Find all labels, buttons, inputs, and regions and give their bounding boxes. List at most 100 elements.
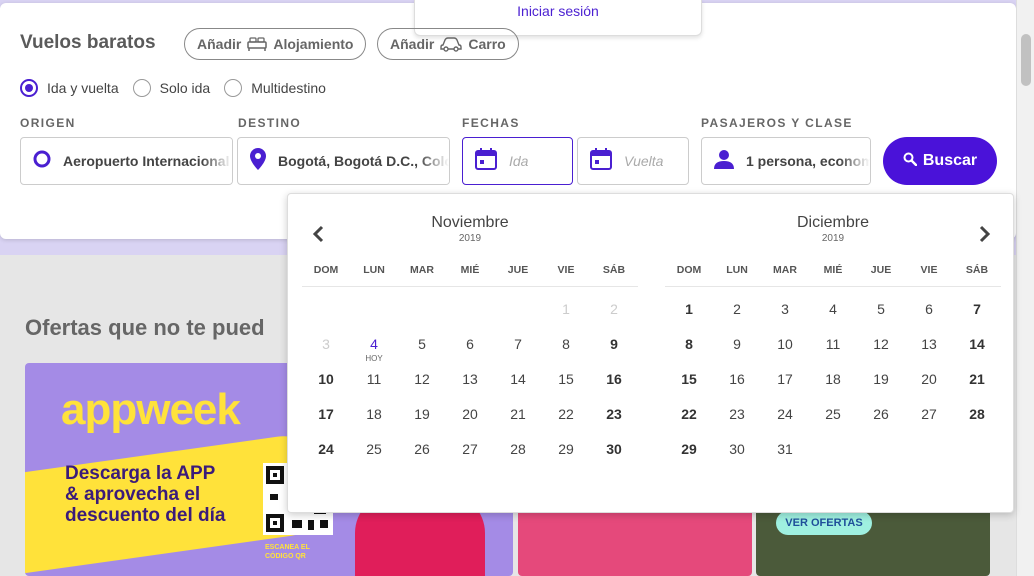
calendar-day[interactable]: 26 [857, 395, 905, 430]
text-fade [419, 138, 449, 184]
calendar-day[interactable]: 22 [665, 395, 713, 430]
trip-type-round[interactable]: Ida y vuelta [20, 79, 119, 97]
trip-type-multi[interactable]: Multidestino [224, 79, 326, 97]
calendar-day[interactable]: 3 [761, 290, 809, 325]
day-grid: 1 2 3 4 HOY 5 6 7 8 9 10 11 12 13 14 15 16 17 18 19 20 21 22 23… [302, 290, 638, 465]
login-link[interactable]: Iniciar sesión [517, 3, 599, 19]
calendar-day[interactable]: 5 [857, 290, 905, 325]
calendar-day[interactable]: 21 [494, 395, 542, 430]
calendar-day[interactable]: 13 [905, 325, 953, 360]
month-year: 2019 [458, 233, 482, 244]
calendar-day[interactable]: 15 [665, 360, 713, 395]
qr-caption: ESCANEA EL CÓDIGO QR [265, 543, 310, 561]
calendar-day[interactable]: 31 [761, 430, 809, 465]
dates-label: FECHAS [462, 116, 520, 130]
calendar-day[interactable]: 20 [446, 395, 494, 430]
calendar-day[interactable]: 26 [398, 430, 446, 465]
calendar-day[interactable]: 19 [398, 395, 446, 430]
calendar-day[interactable]: 12 [398, 360, 446, 395]
calendar-day[interactable]: 30 [713, 430, 761, 465]
calendar-day[interactable]: 11 [350, 360, 398, 395]
calendar-day[interactable]: 16 [713, 360, 761, 395]
add-hotel-chip[interactable]: Añadir Alojamiento [184, 28, 367, 60]
calendar-day[interactable]: 6 [446, 325, 494, 360]
trip-type-oneway-label: Solo ida [159, 80, 211, 96]
trip-type-oneway[interactable]: Solo ida [132, 79, 211, 97]
calendar-day[interactable]: 20 [905, 360, 953, 395]
date-picker-popup: Noviembre 2019 DOM LUN MAR MIÉ JUE VIE SÁB 1 2 3 4 HO… [287, 193, 1014, 513]
origin-field[interactable]: Aeropuerto Internacional [20, 137, 233, 185]
calendar-day[interactable]: 25 [350, 430, 398, 465]
promo-line-1: Descarga la APP [65, 463, 216, 484]
calendar-day[interactable]: 29 [665, 430, 713, 465]
weekday-label: MAR [773, 264, 797, 276]
weekday-header: DOM LUN MAR MIÉ JUE VIE SÁB [665, 264, 1001, 287]
calendar-day[interactable]: 21 [953, 360, 1001, 395]
calendar-day[interactable]: 12 [857, 325, 905, 360]
calendar-day[interactable]: 16 [590, 360, 638, 395]
calendar-day[interactable]: 11 [809, 325, 857, 360]
calendar-day[interactable]: 30 [590, 430, 638, 465]
calendar-day[interactable]: 25 [809, 395, 857, 430]
calendar-day[interactable]: 15 [542, 360, 590, 395]
calendar-day[interactable]: 8 [665, 325, 713, 360]
month-name: Diciembre [796, 214, 869, 231]
page-scrollbar[interactable] [1016, 0, 1034, 576]
radio-unselected-icon[interactable] [132, 79, 151, 97]
calendar-day[interactable]: 23 [713, 395, 761, 430]
calendar-day[interactable]: 24 [761, 395, 809, 430]
weekday-label: MAR [410, 264, 434, 276]
calendar-day[interactable]: 6 [905, 290, 953, 325]
calendar-day[interactable]: 14 [494, 360, 542, 395]
empty-day-cell [446, 290, 494, 325]
calendar-day[interactable]: 24 [302, 430, 350, 465]
scrollbar-thumb[interactable] [1021, 34, 1031, 86]
calendar-day[interactable]: 17 [302, 395, 350, 430]
ver-ofertas-button[interactable]: VER OFERTAS [776, 511, 872, 535]
calendar-day[interactable]: 27 [446, 430, 494, 465]
calendar-day[interactable]: 23 [590, 395, 638, 430]
calendar-day[interactable]: 7 [494, 325, 542, 360]
calendar-day[interactable]: 13 [446, 360, 494, 395]
radio-selected-icon[interactable] [20, 79, 38, 97]
passengers-field[interactable]: 1 persona, economy [701, 137, 871, 185]
passengers-label: PASAJEROS Y CLASE [701, 116, 853, 130]
calendar-day[interactable]: 4 HOY [350, 325, 398, 363]
return-date-field[interactable]: Vuelta [577, 137, 689, 185]
calendar-day[interactable]: 18 [809, 360, 857, 395]
calendar-day[interactable]: 29 [542, 430, 590, 465]
calendar-day[interactable]: 10 [302, 360, 350, 395]
calendar-day[interactable]: 4 [809, 290, 857, 325]
calendar-day[interactable]: 28 [953, 395, 1001, 430]
depart-date-field[interactable]: Ida [462, 137, 573, 185]
calendar-day[interactable]: 9 [590, 325, 638, 360]
calendar-day[interactable]: 22 [542, 395, 590, 430]
calendar-day[interactable]: 14 [953, 325, 1001, 360]
empty-day-cell [905, 430, 953, 465]
month-november: Noviembre 2019 DOM LUN MAR MIÉ JUE VIE SÁB 1 2 3 4 HO… [302, 214, 638, 465]
calendar-day[interactable]: 28 [494, 430, 542, 465]
add-car-chip[interactable]: Añadir Carro [377, 28, 519, 60]
bed-icon [247, 36, 268, 52]
calendar-day[interactable]: 1 [665, 290, 713, 325]
calendar-day[interactable]: 27 [905, 395, 953, 430]
weekday-label: DOM [676, 264, 702, 276]
calendar-day[interactable]: 5 [398, 325, 446, 360]
search-button[interactable]: Buscar [883, 137, 997, 185]
calendar-day[interactable]: 10 [761, 325, 809, 360]
calendar-day[interactable]: 7 [953, 290, 1001, 325]
calendar-day[interactable]: 2 [713, 290, 761, 325]
calendar-day[interactable]: 8 [542, 325, 590, 360]
calendar-day[interactable]: 18 [350, 395, 398, 430]
calendar-day[interactable]: 19 [857, 360, 905, 395]
calendar-day[interactable]: 9 [713, 325, 761, 360]
radio-unselected-icon[interactable] [224, 79, 243, 97]
destination-field[interactable]: Bogotá, Bogotá D.C., Colombia [237, 137, 450, 185]
calendar-day[interactable]: 17 [761, 360, 809, 395]
person-icon [714, 149, 734, 174]
weekday-label: JUE [870, 264, 892, 276]
empty-day-cell [953, 430, 1001, 465]
car-icon [440, 36, 463, 52]
add-car-label: Carro [468, 36, 506, 52]
weekday-label: JUE [507, 264, 529, 276]
